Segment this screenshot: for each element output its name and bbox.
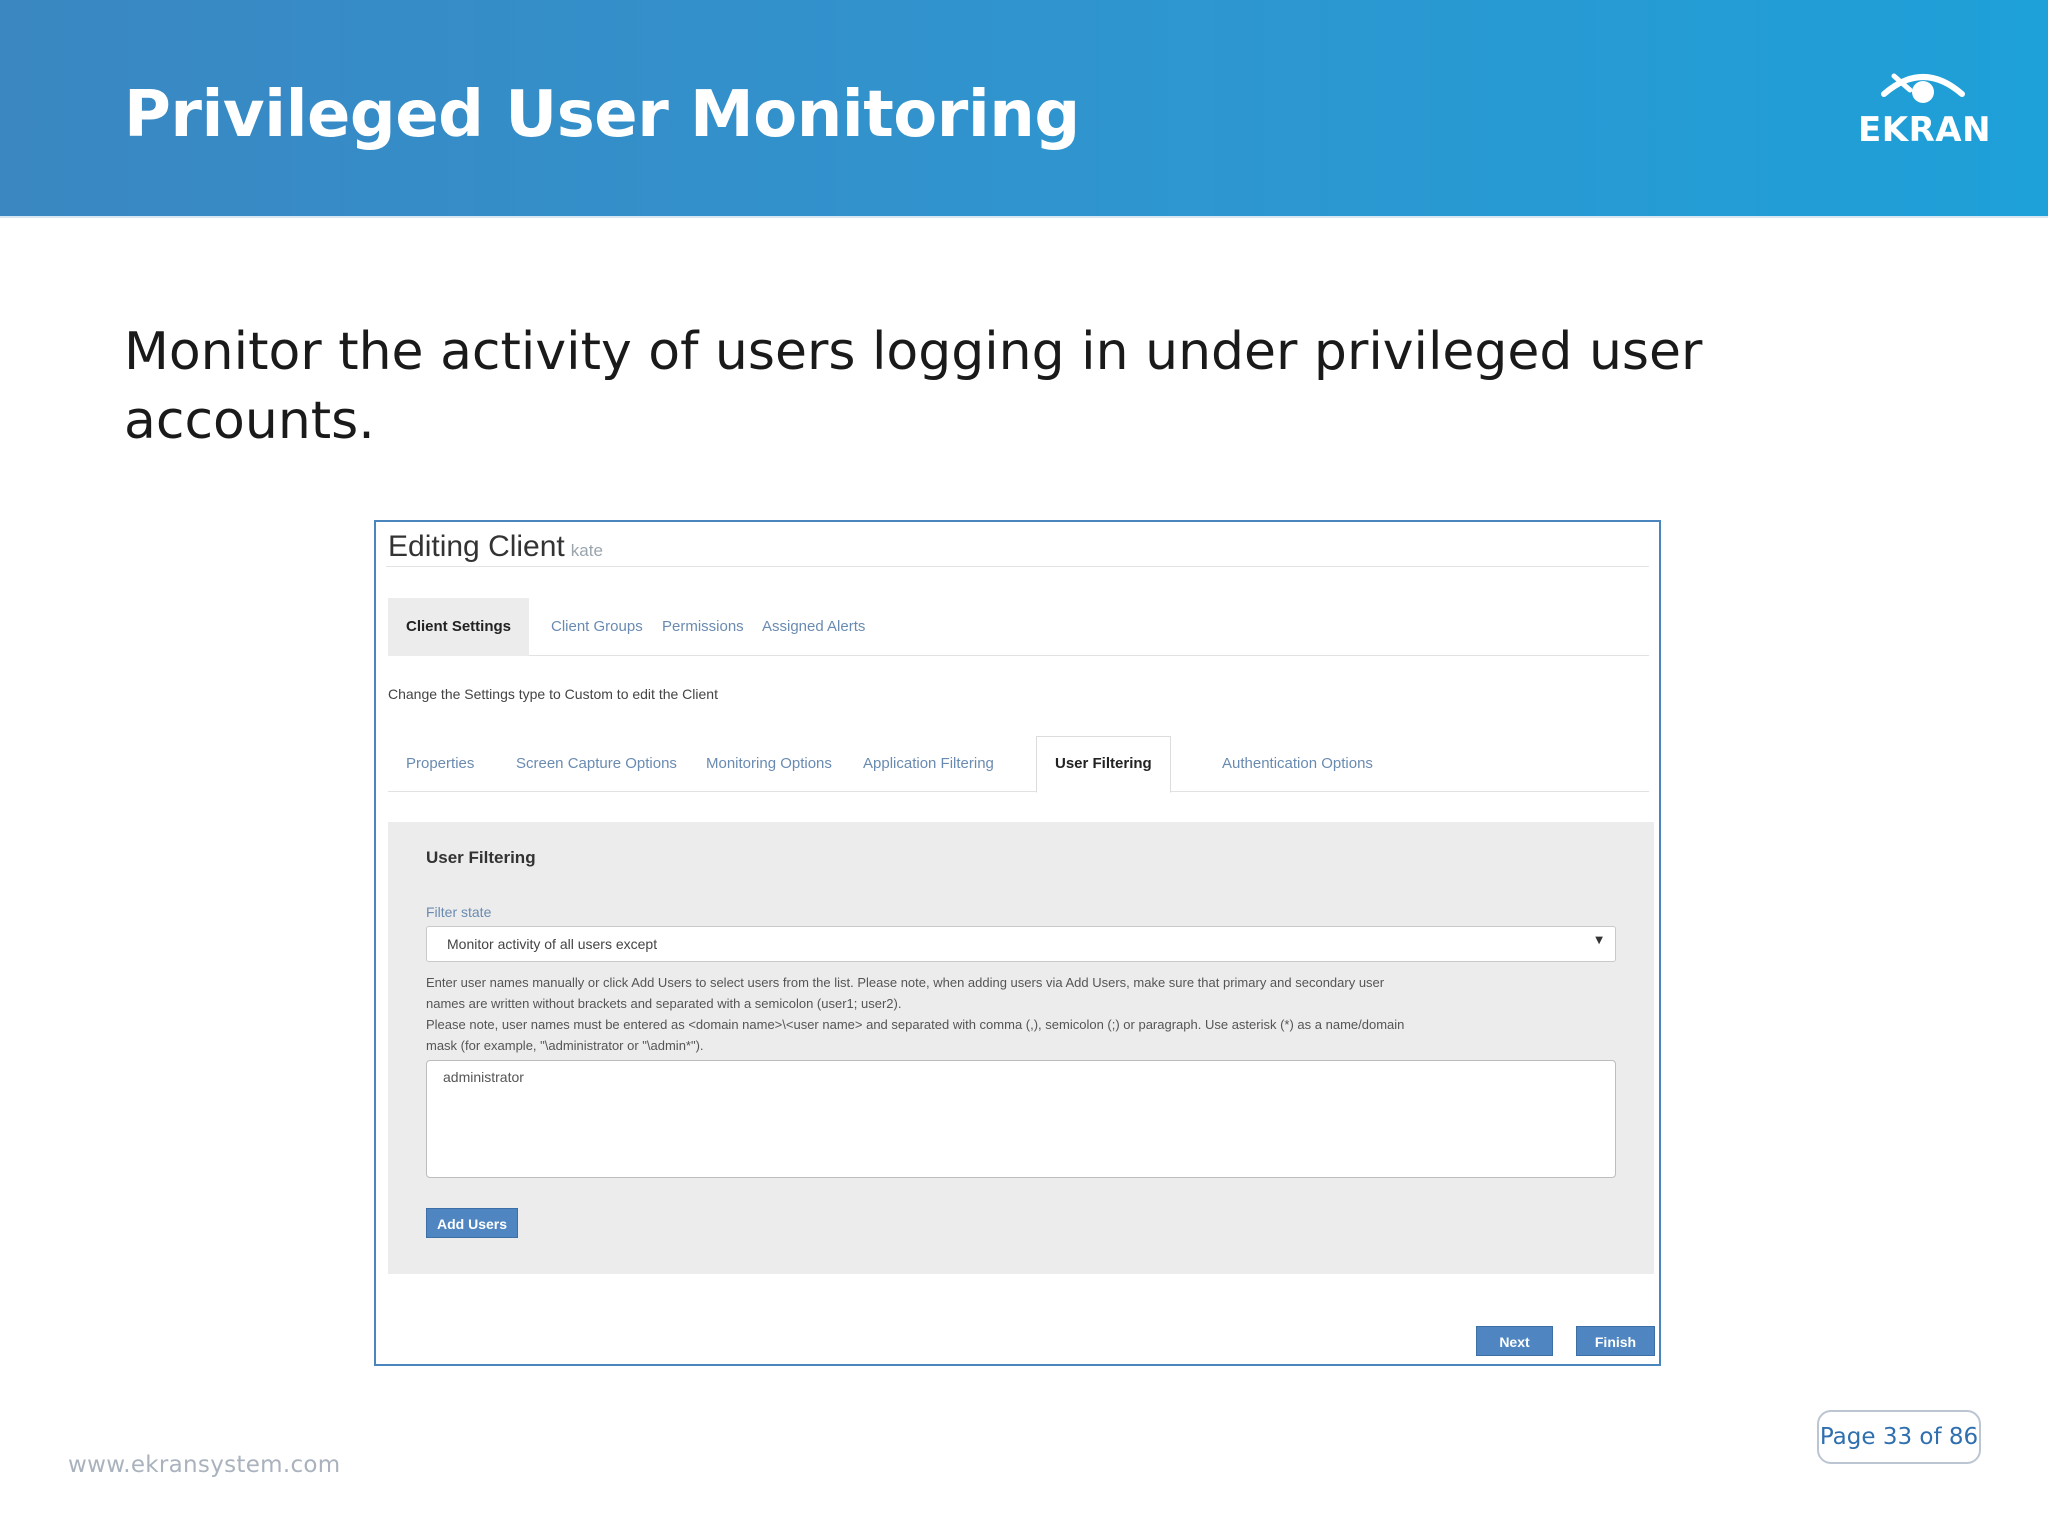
user-names-value: administrator (443, 1069, 524, 1085)
slide-subtitle: Monitor the activity of users logging in… (124, 322, 1703, 451)
logo-wordmark: EKRAN (1858, 110, 1992, 150)
editing-client-window: Editing Client kate Client Settings Clien… (374, 520, 1661, 1366)
user-names-help: Enter user names manually or click Add U… (426, 972, 1616, 1056)
user-names-textarea[interactable]: administrator (426, 1060, 1616, 1178)
client-tabs: Client Settings Client Groups Permission… (388, 598, 1649, 656)
eye-icon (1881, 73, 1965, 103)
subtab-properties[interactable]: Properties (388, 736, 492, 792)
client-name: kate (570, 541, 603, 560)
page-number-badge: Page 33 of 86 (1817, 1410, 1981, 1464)
help-line: mask (for example, "\administrator or "\… (426, 1038, 704, 1053)
finish-button[interactable]: Finish (1576, 1326, 1655, 1356)
tab-client-groups[interactable]: Client Groups (533, 598, 661, 656)
tab-client-settings[interactable]: Client Settings (388, 598, 530, 656)
filter-state-select[interactable]: Monitor activity of all users except ▼ (426, 926, 1616, 962)
footer-url: www.ekransystem.com (68, 1452, 341, 1478)
settings-subtabs: Properties Screen Capture Options Monito… (388, 736, 1649, 793)
subtab-user-filtering[interactable]: User Filtering (1036, 736, 1171, 793)
ekran-logo: EKRAN (1858, 66, 1992, 156)
next-button[interactable]: Next (1476, 1326, 1553, 1356)
subtab-authentication-options[interactable]: Authentication Options (1204, 736, 1391, 792)
filter-state-label: Filter state (426, 904, 492, 920)
subtab-monitoring-options[interactable]: Monitoring Options (688, 736, 850, 792)
slide-header: Privileged User Monitoring EKRAN (0, 0, 2048, 218)
subtab-application-filtering[interactable]: Application Filtering (845, 736, 1012, 792)
panel-title: User Filtering (426, 848, 536, 867)
title-divider (386, 566, 1649, 567)
caret-down-icon: ▼ (1595, 935, 1603, 946)
subtab-screen-capture-options[interactable]: Screen Capture Options (498, 736, 695, 792)
window-title-text: Editing Client (388, 530, 565, 563)
help-line: Please note, user names must be entered … (426, 1017, 1405, 1032)
settings-hint: Change the Settings type to Custom to ed… (388, 686, 718, 702)
tab-assigned-alerts[interactable]: Assigned Alerts (744, 598, 883, 656)
user-filtering-panel: User Filtering Filter state Monitor acti… (388, 822, 1654, 1274)
help-line: names are written without brackets and s… (426, 996, 902, 1011)
filter-state-value: Monitor activity of all users except (447, 936, 658, 952)
help-line: Enter user names manually or click Add U… (426, 975, 1385, 990)
slide-title: Privileged User Monitoring (124, 78, 1080, 152)
add-users-button[interactable]: Add Users (426, 1208, 519, 1238)
window-title: Editing Client kate (388, 530, 603, 564)
